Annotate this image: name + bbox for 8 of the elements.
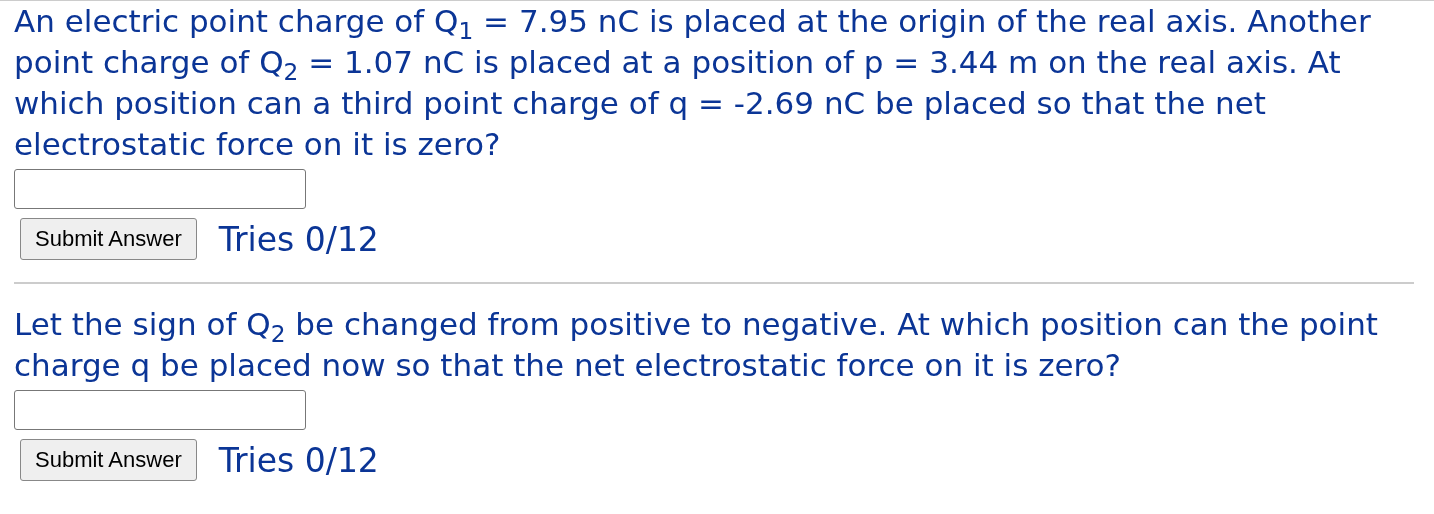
submit-answer-button[interactable]: Submit Answer: [20, 218, 197, 260]
question-text: Let the sign of Q$_{2}$ be changed from positive to negative. At which position can the point charge q be placed now so that the net electrostatic force on it is zero?: [14, 305, 1379, 385]
answer-field[interactable]: [14, 169, 306, 209]
tries-counter: Tries 0/12: [218, 219, 379, 259]
answer-field[interactable]: [14, 390, 306, 430]
submit-answer-button[interactable]: Submit Answer: [20, 439, 197, 481]
question-text: An electric point charge of Q$_{1}$ = 7.95 nC is placed at the origin of the real axis. Another point charge of Q$_{2}$ = 1.07 nC is placed at a position of p = 3.44 m on the real axis. At which position can a third point charge of q = -2.69 nC be placed so that the net electrostatic force on it is zero?: [14, 2, 1372, 164]
tries-counter: Tries 0/12: [218, 440, 379, 480]
